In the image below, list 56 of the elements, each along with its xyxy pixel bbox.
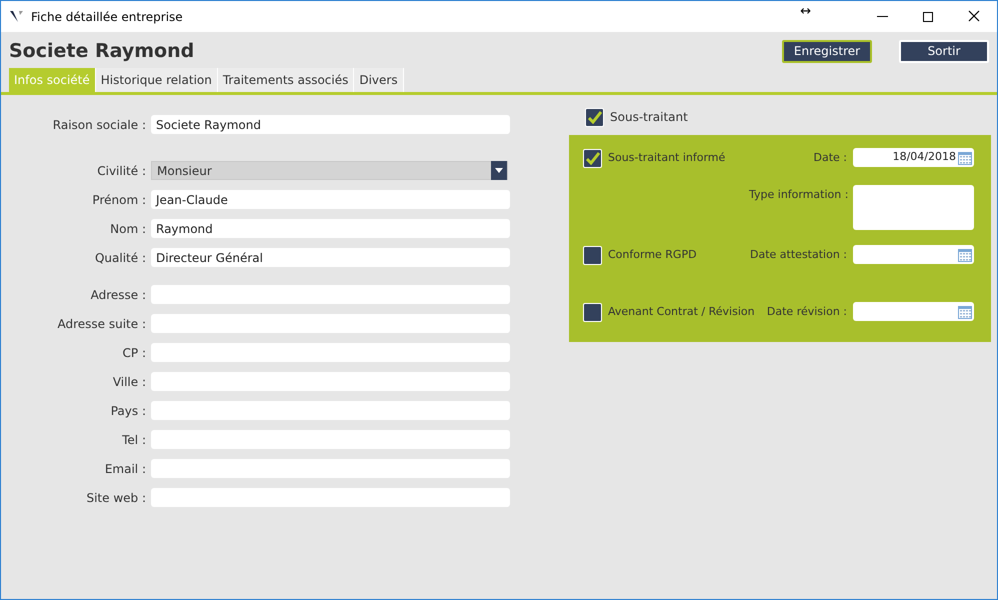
calendar-icon[interactable] bbox=[958, 248, 972, 262]
date-value: 18/04/2018 bbox=[892, 149, 956, 166]
field-label: Date attestation : bbox=[749, 247, 848, 263]
checkbox[interactable] bbox=[583, 149, 602, 168]
checkmark-icon bbox=[586, 152, 600, 165]
field-label: Qualité : bbox=[94, 250, 147, 266]
field-label: CP : bbox=[122, 344, 147, 362]
field-label: Type information : bbox=[749, 187, 850, 203]
checkbox-label: Avenant Contrat / Révision bbox=[608, 304, 755, 320]
field-label: Adresse suite : bbox=[56, 316, 147, 332]
field-label: Raison sociale : bbox=[52, 116, 147, 134]
checkmark-icon bbox=[588, 110, 602, 124]
input-field[interactable] bbox=[151, 459, 510, 478]
action-button[interactable]: Enregistrer bbox=[782, 40, 872, 62]
field-label: Nom : bbox=[109, 220, 147, 238]
date-field[interactable] bbox=[853, 302, 974, 321]
input-field[interactable]: Raymond bbox=[151, 219, 510, 238]
checkbox[interactable] bbox=[583, 246, 602, 265]
field-label: Prénom : bbox=[91, 192, 147, 208]
field-label: Pays : bbox=[110, 402, 147, 420]
tab[interactable]: Traitements associés bbox=[218, 68, 354, 92]
field-label: Site web : bbox=[85, 490, 147, 506]
input-field[interactable] bbox=[151, 372, 510, 391]
input-field[interactable] bbox=[151, 430, 510, 449]
page-title: Societe Raymond bbox=[9, 38, 196, 64]
tab[interactable]: Divers bbox=[354, 68, 404, 92]
input-field[interactable] bbox=[151, 285, 510, 304]
checkbox-label: Sous-traitant informé bbox=[608, 150, 726, 166]
checkbox-label: Sous-traitant bbox=[610, 109, 688, 126]
checkbox-label: Conforme RGPD bbox=[608, 247, 697, 264]
checkbox[interactable] bbox=[585, 108, 604, 126]
checkbox[interactable] bbox=[583, 303, 602, 322]
window-title: Fiche détaillée entreprise bbox=[31, 8, 183, 26]
resize-cursor-icon: ↔ bbox=[800, 2, 811, 22]
tab[interactable]: Historique relation bbox=[96, 68, 218, 92]
input-field[interactable]: Societe Raymond bbox=[151, 115, 510, 134]
calendar-icon[interactable] bbox=[958, 150, 972, 164]
date-field[interactable] bbox=[853, 245, 974, 264]
input-field[interactable]: Jean-Claude bbox=[151, 190, 510, 209]
input-field[interactable] bbox=[151, 314, 510, 333]
input-field[interactable] bbox=[151, 488, 510, 507]
date-field[interactable]: 18/04/2018 bbox=[853, 148, 974, 167]
field-label: Adresse : bbox=[90, 286, 147, 304]
app-logo-icon bbox=[9, 10, 25, 24]
calendar-icon[interactable] bbox=[958, 304, 972, 318]
input-field[interactable] bbox=[151, 401, 510, 420]
field-label: Date : bbox=[812, 150, 848, 166]
dropdown[interactable]: Monsieur bbox=[151, 161, 508, 180]
field-label: Ville : bbox=[112, 374, 147, 390]
input-field[interactable]: Directeur Général bbox=[151, 248, 510, 267]
input-field[interactable] bbox=[151, 343, 510, 362]
field-label: Tel : bbox=[121, 432, 147, 448]
field-label: Email : bbox=[104, 460, 147, 478]
dropdown-value: Monsieur bbox=[157, 162, 212, 180]
field-label: Civilité : bbox=[96, 162, 147, 180]
action-button[interactable]: Sortir bbox=[899, 40, 989, 62]
